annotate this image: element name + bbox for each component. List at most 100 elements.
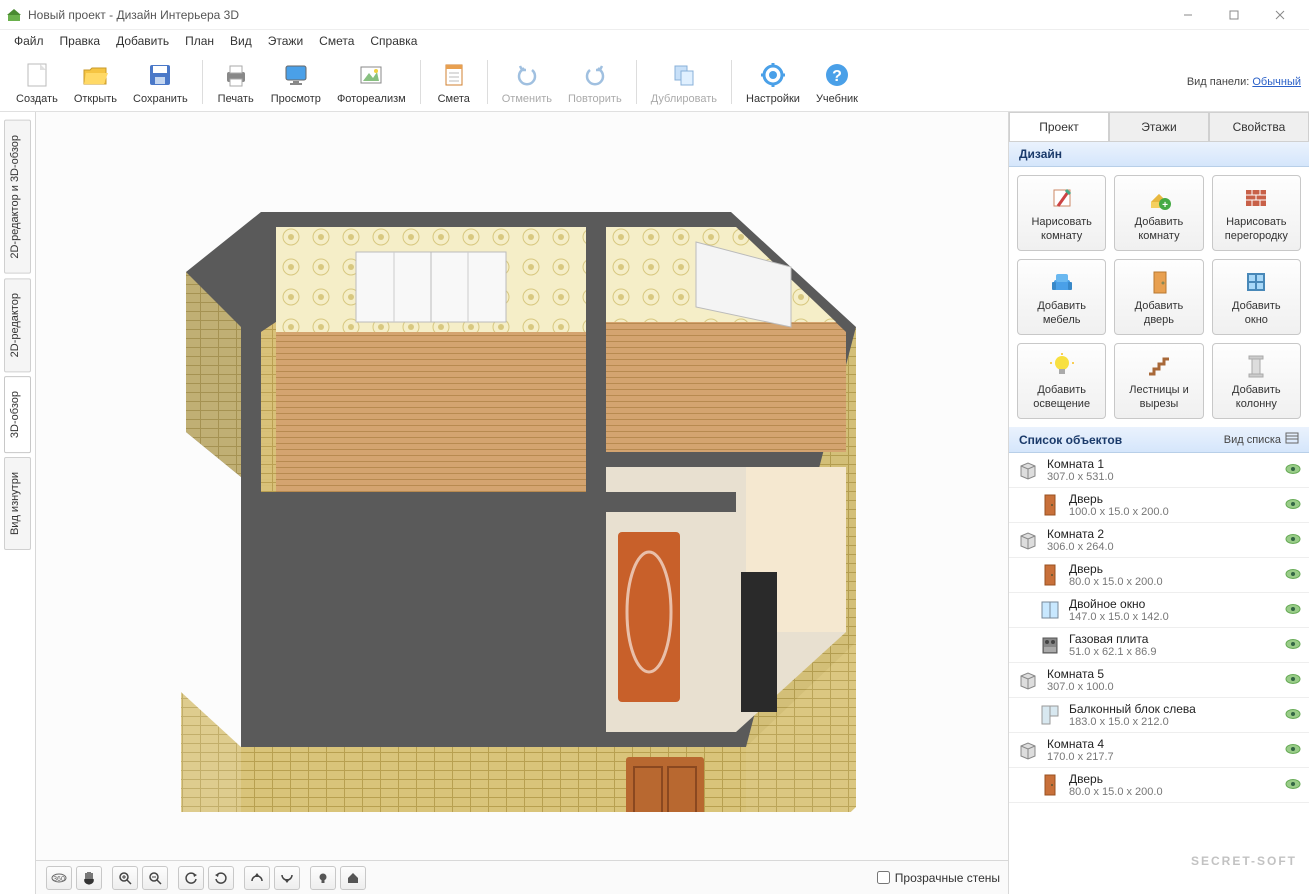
balcony-icon (1037, 702, 1063, 728)
open-button[interactable]: Открыть (68, 57, 123, 107)
object-item[interactable]: Дверь80.0 x 15.0 x 200.0 (1009, 768, 1309, 803)
objects-section-header: Список объектов Вид списка (1009, 427, 1309, 453)
object-item[interactable]: Дверь100.0 x 15.0 x 200.0 (1009, 488, 1309, 523)
camera-360-button[interactable]: 360 (46, 866, 72, 890)
tab-2d[interactable]: 2D-редактор (4, 278, 31, 372)
window-title: Новый проект - Дизайн Интерьера 3D (28, 8, 1165, 22)
maximize-button[interactable] (1211, 0, 1257, 30)
visibility-toggle-icon[interactable] (1285, 673, 1303, 687)
notepad-icon (438, 59, 470, 91)
design-tools-grid: Нарисоватькомнату+ДобавитькомнатуНарисов… (1009, 167, 1309, 427)
zoom-in-button[interactable] (112, 866, 138, 890)
visibility-toggle-icon[interactable] (1285, 708, 1303, 722)
object-item[interactable]: Комната 4170.0 x 217.7 (1009, 733, 1309, 768)
visibility-toggle-icon[interactable] (1285, 463, 1303, 477)
folder-open-icon (79, 59, 111, 91)
object-item[interactable]: Дверь80.0 x 15.0 x 200.0 (1009, 558, 1309, 593)
design-column[interactable]: Добавитьколонну (1212, 343, 1301, 419)
redo-button[interactable]: Повторить (562, 57, 628, 107)
zoom-out-button[interactable] (142, 866, 168, 890)
object-item[interactable]: Двойное окно147.0 x 15.0 x 142.0 (1009, 593, 1309, 628)
design-draw-room[interactable]: Нарисоватькомнату (1017, 175, 1106, 251)
design-add-room[interactable]: +Добавитькомнату (1114, 175, 1203, 251)
box-icon (1015, 457, 1041, 483)
visibility-toggle-icon[interactable] (1285, 743, 1303, 757)
titlebar: Новый проект - Дизайн Интерьера 3D (0, 0, 1309, 30)
object-item[interactable]: Комната 5307.0 x 100.0 (1009, 663, 1309, 698)
tab-floors[interactable]: Этажи (1109, 112, 1209, 141)
gear-icon (757, 59, 789, 91)
tab-project[interactable]: Проект (1009, 112, 1109, 141)
tab-properties[interactable]: Свойства (1209, 112, 1309, 141)
tab-3d[interactable]: 3D-обзор (4, 376, 31, 453)
print-button[interactable]: Печать (211, 57, 261, 107)
box-icon (1015, 527, 1041, 553)
menu-add[interactable]: Добавить (108, 32, 177, 50)
help-button[interactable]: ? Учебник (810, 57, 864, 107)
tilt-up-button[interactable] (244, 866, 270, 890)
app-icon (6, 7, 22, 23)
photorealism-button[interactable]: Фотореализм (331, 57, 412, 107)
furniture-icon (1047, 267, 1077, 297)
close-button[interactable] (1257, 0, 1303, 30)
visibility-toggle-icon[interactable] (1285, 603, 1303, 617)
menu-view[interactable]: Вид (222, 32, 260, 50)
svg-text:360: 360 (53, 876, 65, 883)
menu-plan[interactable]: План (177, 32, 222, 50)
tab-inside[interactable]: Вид изнутри (4, 457, 31, 550)
home-view-button[interactable] (340, 866, 366, 890)
panel-view-link[interactable]: Обычный (1252, 76, 1301, 88)
light-icon (1047, 351, 1077, 381)
light-toggle-button[interactable] (310, 866, 336, 890)
minimize-button[interactable] (1165, 0, 1211, 30)
visibility-toggle-icon[interactable] (1285, 498, 1303, 512)
save-button[interactable]: Сохранить (127, 57, 194, 107)
menu-file[interactable]: Файл (6, 32, 52, 50)
estimate-button[interactable]: Смета (429, 57, 479, 107)
monitor-icon (280, 59, 312, 91)
3d-viewport[interactable] (36, 112, 1008, 860)
preview-button[interactable]: Просмотр (265, 57, 327, 107)
box-icon (1015, 737, 1041, 763)
design-brick-wall[interactable]: Нарисоватьперегородку (1212, 175, 1301, 251)
visibility-toggle-icon[interactable] (1285, 533, 1303, 547)
design-stairs[interactable]: Лестницы ивырезы (1114, 343, 1203, 419)
menu-edit[interactable]: Правка (52, 32, 109, 50)
design-furniture[interactable]: Добавитьмебель (1017, 259, 1106, 335)
undo-icon (511, 59, 543, 91)
visibility-toggle-icon[interactable] (1285, 568, 1303, 582)
tab-2d-3d[interactable]: 2D-редактор и 3D-обзор (4, 120, 31, 274)
panel-view-mode: Вид панели: Обычный (1187, 76, 1301, 88)
design-light[interactable]: Добавитьосвещение (1017, 343, 1106, 419)
object-item[interactable]: Балконный блок слева183.0 x 15.0 x 212.0 (1009, 698, 1309, 733)
undo-button[interactable]: Отменить (496, 57, 558, 107)
menu-help[interactable]: Справка (362, 32, 425, 50)
transparent-walls-checkbox[interactable]: Прозрачные стены (877, 871, 1000, 885)
menu-floors[interactable]: Этажи (260, 32, 311, 50)
object-item[interactable]: Газовая плита51.0 x 62.1 x 86.9 (1009, 628, 1309, 663)
object-tree[interactable]: Комната 1307.0 x 531.0Дверь100.0 x 15.0 … (1009, 453, 1309, 894)
watermark: SECRET-SOFT (1191, 854, 1297, 868)
object-item[interactable]: Комната 2306.0 x 264.0 (1009, 523, 1309, 558)
design-window[interactable]: Добавитьокно (1212, 259, 1301, 335)
door-small-icon (1037, 562, 1063, 588)
settings-button[interactable]: Настройки (740, 57, 806, 107)
tilt-down-button[interactable] (274, 866, 300, 890)
add-room-icon: + (1144, 183, 1174, 213)
design-door[interactable]: Добавитьдверь (1114, 259, 1203, 335)
menu-estimate[interactable]: Смета (311, 32, 362, 50)
duplicate-button[interactable]: Дублировать (645, 57, 723, 107)
pan-button[interactable] (76, 866, 102, 890)
door-small-icon (1037, 772, 1063, 798)
visibility-toggle-icon[interactable] (1285, 638, 1303, 652)
object-item[interactable]: Комната 1307.0 x 531.0 (1009, 453, 1309, 488)
visibility-toggle-icon[interactable] (1285, 778, 1303, 792)
box-icon (1015, 667, 1041, 693)
design-section-header: Дизайн (1009, 142, 1309, 167)
list-view-toggle-icon[interactable] (1285, 432, 1299, 447)
new-button[interactable]: Создать (10, 57, 64, 107)
brick-wall-icon (1241, 183, 1271, 213)
save-icon (144, 59, 176, 91)
rotate-left-button[interactable] (178, 866, 204, 890)
rotate-right-button[interactable] (208, 866, 234, 890)
